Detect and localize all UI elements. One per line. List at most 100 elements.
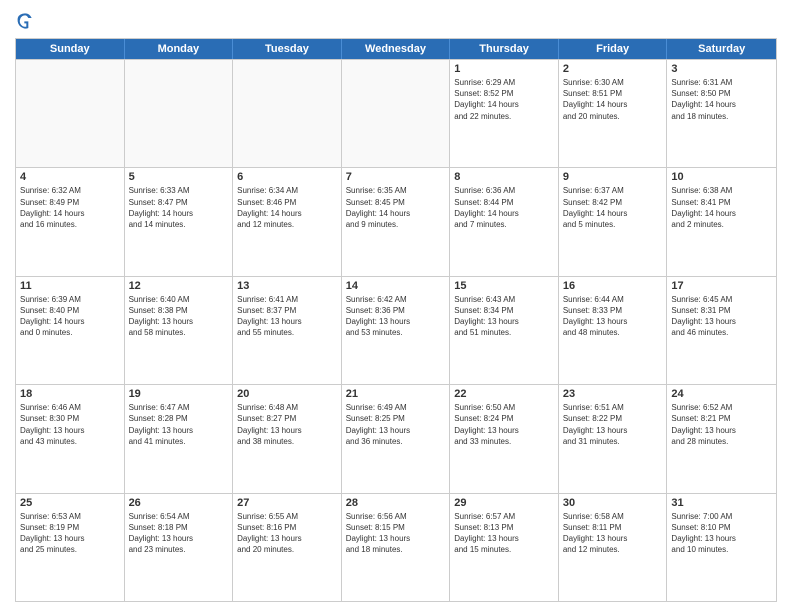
day-number: 2 (563, 63, 663, 75)
cell-text: Sunrise: 6:33 AM Sunset: 8:47 PM Dayligh… (129, 185, 229, 230)
cal-cell: 6Sunrise: 6:34 AM Sunset: 8:46 PM Daylig… (233, 168, 342, 275)
cal-cell: 12Sunrise: 6:40 AM Sunset: 8:38 PM Dayli… (125, 277, 234, 384)
cal-cell: 15Sunrise: 6:43 AM Sunset: 8:34 PM Dayli… (450, 277, 559, 384)
header (15, 10, 777, 30)
cell-text: Sunrise: 6:52 AM Sunset: 8:21 PM Dayligh… (671, 402, 772, 447)
cal-cell: 17Sunrise: 6:45 AM Sunset: 8:31 PM Dayli… (667, 277, 776, 384)
logo (15, 10, 39, 30)
cal-cell: 1Sunrise: 6:29 AM Sunset: 8:52 PM Daylig… (450, 60, 559, 167)
cal-cell: 9 Sunrise: 6:37 AM Sunset: 8:42 PM Daylig… (559, 168, 668, 275)
day-number: 22 (454, 388, 554, 400)
day-number: 6 (237, 171, 337, 183)
cell-text: Sunrise: 6:47 AM Sunset: 8:28 PM Dayligh… (129, 402, 229, 447)
logo-icon (15, 10, 35, 30)
day-number: 16 (563, 280, 663, 292)
day-number: 30 (563, 497, 663, 509)
cell-text: Sunrise: 6:49 AM Sunset: 8:25 PM Dayligh… (346, 402, 446, 447)
cal-cell: 23 Sunrise: 6:51 AM Sunset: 8:22 PM Dayli… (559, 385, 668, 492)
cell-text: Sunrise: 6:35 AM Sunset: 8:45 PM Dayligh… (346, 185, 446, 230)
cal-header-friday: Friday (559, 39, 668, 59)
cal-cell: 18Sunrise: 6:46 AM Sunset: 8:30 PM Dayli… (16, 385, 125, 492)
cal-cell: 21 Sunrise: 6:49 AM Sunset: 8:25 PM Dayli… (342, 385, 451, 492)
cell-text: Sunrise: 6:56 AM Sunset: 8:15 PM Dayligh… (346, 511, 446, 556)
calendar: SundayMondayTuesdayWednesdayThursdayFrid… (15, 38, 777, 602)
day-number: 28 (346, 497, 446, 509)
cal-header-saturday: Saturday (667, 39, 776, 59)
cell-text: Sunrise: 6:42 AM Sunset: 8:36 PM Dayligh… (346, 294, 446, 339)
cell-text: Sunrise: 6:44 AM Sunset: 8:33 PM Dayligh… (563, 294, 663, 339)
cell-text: Sunrise: 6:37 AM Sunset: 8:42 PM Dayligh… (563, 185, 663, 230)
cal-cell: 16 Sunrise: 6:44 AM Sunset: 8:33 PM Dayli… (559, 277, 668, 384)
cal-header-monday: Monday (125, 39, 234, 59)
cell-text: Sunrise: 6:29 AM Sunset: 8:52 PM Dayligh… (454, 77, 554, 122)
cell-text: Sunrise: 6:55 AM Sunset: 8:16 PM Dayligh… (237, 511, 337, 556)
cal-cell: 3Sunrise: 6:31 AM Sunset: 8:50 PM Daylig… (667, 60, 776, 167)
cal-cell: 19 Sunrise: 6:47 AM Sunset: 8:28 PM Dayli… (125, 385, 234, 492)
cell-text: Sunrise: 6:40 AM Sunset: 8:38 PM Dayligh… (129, 294, 229, 339)
cell-text: Sunrise: 6:41 AM Sunset: 8:37 PM Dayligh… (237, 294, 337, 339)
day-number: 23 (563, 388, 663, 400)
cal-cell: 8 Sunrise: 6:36 AM Sunset: 8:44 PM Daylig… (450, 168, 559, 275)
day-number: 25 (20, 497, 120, 509)
cell-text: Sunrise: 6:58 AM Sunset: 8:11 PM Dayligh… (563, 511, 663, 556)
cal-cell (342, 60, 451, 167)
calendar-header: SundayMondayTuesdayWednesdayThursdayFrid… (16, 39, 776, 59)
cell-text: Sunrise: 6:43 AM Sunset: 8:34 PM Dayligh… (454, 294, 554, 339)
day-number: 14 (346, 280, 446, 292)
day-number: 17 (671, 280, 772, 292)
cell-text: Sunrise: 6:39 AM Sunset: 8:40 PM Dayligh… (20, 294, 120, 339)
day-number: 31 (671, 497, 772, 509)
cal-cell (125, 60, 234, 167)
cal-cell: 25 Sunrise: 6:53 AM Sunset: 8:19 PM Dayli… (16, 494, 125, 601)
cal-cell (16, 60, 125, 167)
cal-cell (233, 60, 342, 167)
day-number: 13 (237, 280, 337, 292)
day-number: 24 (671, 388, 772, 400)
cal-cell: 22Sunrise: 6:50 AM Sunset: 8:24 PM Dayli… (450, 385, 559, 492)
cal-cell: 26Sunrise: 6:54 AM Sunset: 8:18 PM Dayli… (125, 494, 234, 601)
day-number: 10 (671, 171, 772, 183)
calendar-body: 1Sunrise: 6:29 AM Sunset: 8:52 PM Daylig… (16, 59, 776, 601)
day-number: 26 (129, 497, 229, 509)
cell-text: Sunrise: 6:31 AM Sunset: 8:50 PM Dayligh… (671, 77, 772, 122)
cal-cell: 10 Sunrise: 6:38 AM Sunset: 8:41 PM Dayli… (667, 168, 776, 275)
cal-cell: 5 Sunrise: 6:33 AM Sunset: 8:47 PM Daylig… (125, 168, 234, 275)
cell-text: Sunrise: 6:36 AM Sunset: 8:44 PM Dayligh… (454, 185, 554, 230)
cal-header-sunday: Sunday (16, 39, 125, 59)
cal-cell: 13 Sunrise: 6:41 AM Sunset: 8:37 PM Dayli… (233, 277, 342, 384)
cell-text: Sunrise: 6:32 AM Sunset: 8:49 PM Dayligh… (20, 185, 120, 230)
cal-week-5: 25 Sunrise: 6:53 AM Sunset: 8:19 PM Dayli… (16, 493, 776, 601)
cell-text: Sunrise: 7:00 AM Sunset: 8:10 PM Dayligh… (671, 511, 772, 556)
day-number: 27 (237, 497, 337, 509)
cal-cell: 28 Sunrise: 6:56 AM Sunset: 8:15 PM Dayli… (342, 494, 451, 601)
cal-cell: 29Sunrise: 6:57 AM Sunset: 8:13 PM Dayli… (450, 494, 559, 601)
day-number: 9 (563, 171, 663, 183)
cal-week-2: 4Sunrise: 6:32 AM Sunset: 8:49 PM Daylig… (16, 167, 776, 275)
day-number: 11 (20, 280, 120, 292)
cal-week-4: 18Sunrise: 6:46 AM Sunset: 8:30 PM Dayli… (16, 384, 776, 492)
cell-text: Sunrise: 6:53 AM Sunset: 8:19 PM Dayligh… (20, 511, 120, 556)
cal-cell: 14 Sunrise: 6:42 AM Sunset: 8:36 PM Dayli… (342, 277, 451, 384)
day-number: 20 (237, 388, 337, 400)
day-number: 8 (454, 171, 554, 183)
cell-text: Sunrise: 6:48 AM Sunset: 8:27 PM Dayligh… (237, 402, 337, 447)
cal-cell: 31 Sunrise: 7:00 AM Sunset: 8:10 PM Dayli… (667, 494, 776, 601)
cal-cell: 11 Sunrise: 6:39 AM Sunset: 8:40 PM Dayli… (16, 277, 125, 384)
cal-week-3: 11 Sunrise: 6:39 AM Sunset: 8:40 PM Dayli… (16, 276, 776, 384)
cal-week-1: 1Sunrise: 6:29 AM Sunset: 8:52 PM Daylig… (16, 59, 776, 167)
cell-text: Sunrise: 6:46 AM Sunset: 8:30 PM Dayligh… (20, 402, 120, 447)
day-number: 21 (346, 388, 446, 400)
cal-cell: 7 Sunrise: 6:35 AM Sunset: 8:45 PM Daylig… (342, 168, 451, 275)
cal-cell: 27 Sunrise: 6:55 AM Sunset: 8:16 PM Dayli… (233, 494, 342, 601)
cell-text: Sunrise: 6:51 AM Sunset: 8:22 PM Dayligh… (563, 402, 663, 447)
cal-cell: 30 Sunrise: 6:58 AM Sunset: 8:11 PM Dayli… (559, 494, 668, 601)
cell-text: Sunrise: 6:57 AM Sunset: 8:13 PM Dayligh… (454, 511, 554, 556)
day-number: 7 (346, 171, 446, 183)
day-number: 5 (129, 171, 229, 183)
cal-cell: 20 Sunrise: 6:48 AM Sunset: 8:27 PM Dayli… (233, 385, 342, 492)
cal-cell: 2 Sunrise: 6:30 AM Sunset: 8:51 PM Daylig… (559, 60, 668, 167)
cell-text: Sunrise: 6:30 AM Sunset: 8:51 PM Dayligh… (563, 77, 663, 122)
day-number: 19 (129, 388, 229, 400)
page: SundayMondayTuesdayWednesdayThursdayFrid… (0, 0, 792, 612)
cell-text: Sunrise: 6:38 AM Sunset: 8:41 PM Dayligh… (671, 185, 772, 230)
